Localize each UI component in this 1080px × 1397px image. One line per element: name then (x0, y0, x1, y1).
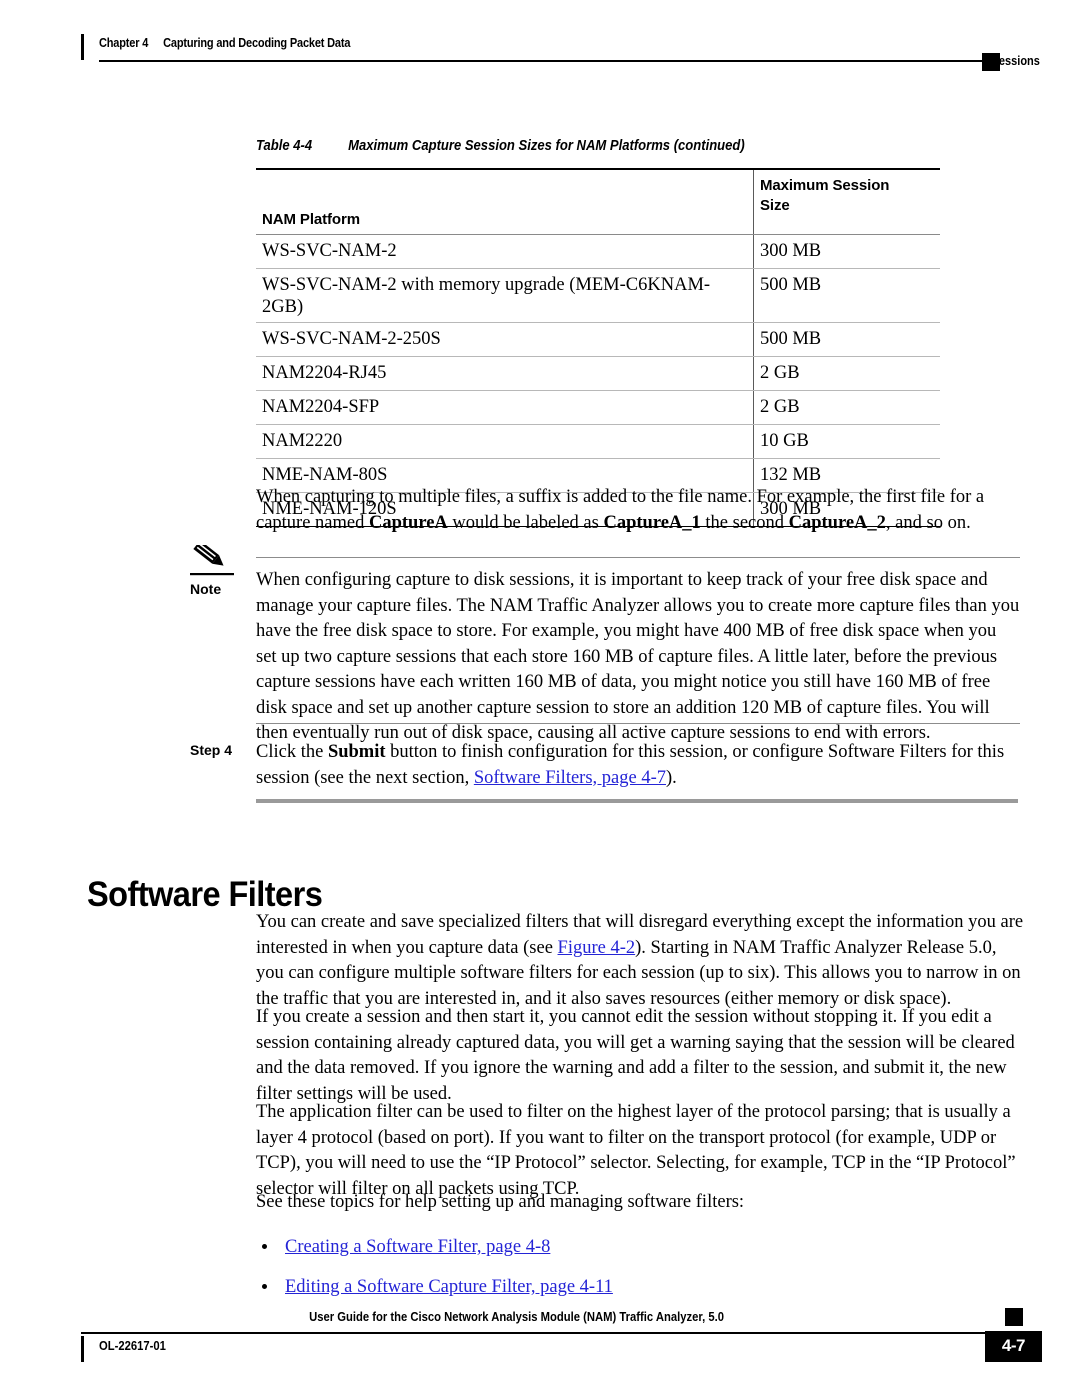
footer-rule (81, 1332, 999, 1334)
para-bold-capturea: CaptureA (369, 512, 448, 533)
column-header-size-line2: Size (759, 197, 790, 214)
header-rule (99, 60, 999, 62)
note-label: Note (190, 581, 222, 597)
table-row: WS-SVC-NAM-2-250S 500 MB (256, 322, 940, 357)
note-body-text: When configuring capture to disk session… (256, 570, 1020, 743)
cell-size: 500 MB (752, 322, 940, 357)
step-text: ). (666, 767, 677, 788)
table-row: WS-SVC-NAM-2 with memory upgrade (MEM-C6… (256, 268, 940, 323)
footer-marker-square (1005, 1308, 1023, 1326)
link-editing-software-capture-filter[interactable]: Editing a Software Capture Filter, page … (285, 1277, 613, 1297)
cell-size: 500 MB (752, 268, 940, 323)
cell-platform: WS-SVC-NAM-2 with memory upgrade (MEM-C6… (256, 268, 754, 323)
footer-doc-id: OL-22617-01 (99, 1339, 166, 1353)
cell-platform: WS-SVC-NAM-2-250S (256, 322, 754, 357)
footer-left-bar (81, 1336, 84, 1362)
breadcrumb-chapter-number: Chapter 4 (99, 36, 149, 50)
paragraph-topics-intro: See these topics for help setting up and… (256, 1192, 745, 1212)
cell-platform: NAM2204-RJ45 (256, 356, 754, 391)
cell-platform: NAM2220 (256, 424, 754, 459)
header-left-bar (81, 34, 84, 60)
column-header-session-size: Maximum Session Size (752, 168, 940, 235)
paragraph-session-editing: If you create a session and then start i… (256, 1007, 1015, 1104)
header-marker-square (982, 53, 1000, 71)
table-row: NAM2204-SFP 2 GB (256, 390, 940, 425)
table-row: NAM2204-RJ45 2 GB (256, 356, 940, 391)
link-figure-4-2[interactable]: Figure 4-2 (558, 938, 636, 958)
table-caption-title: Maximum Capture Session Sizes for NAM Pl… (348, 138, 745, 154)
link-creating-software-filter[interactable]: Creating a Software Filter, page 4-8 (285, 1237, 550, 1257)
para-bold-capturea-2: CaptureA_2 (788, 512, 886, 533)
list-item[interactable]: Editing a Software Capture Filter, page … (256, 1275, 1024, 1300)
cell-size: 300 MB (752, 234, 940, 269)
table-header-row: NAM Platform Maximum Session Size (256, 168, 940, 235)
table-row: NAM2220 10 GB (256, 424, 940, 459)
paragraph-file-suffix: When capturing to multiple files, a suff… (256, 485, 1016, 536)
paragraph-software-filters-intro: You can create and save specialized filt… (256, 910, 1024, 1012)
pencil-icon (190, 540, 238, 579)
note-rule-bottom (256, 723, 1020, 725)
breadcrumb: Chapter 4 Capturing and Decoding Packet D… (99, 36, 350, 50)
section-divider (256, 799, 1018, 803)
note-rule-top (256, 557, 1020, 559)
table-caption: Table 4-4 Maximum Capture Session Sizes f… (256, 138, 745, 154)
footer-guide-title: User Guide for the Cisco Network Analysi… (309, 1310, 725, 1324)
bullet-dot-icon (262, 1284, 267, 1289)
footer-page-number: 4-7 (984, 1331, 1042, 1362)
cell-platform: NAM2204-SFP (256, 390, 754, 425)
topic-link-list: Creating a Software Filter, page 4-8 Edi… (256, 1220, 1024, 1300)
table-row: WS-SVC-NAM-2 300 MB (256, 234, 940, 269)
bullet-dot-icon (262, 1244, 267, 1249)
nam-platform-table: NAM Platform Maximum Session Size WS-SVC… (256, 168, 940, 527)
table-head: NAM Platform Maximum Session Size (256, 168, 940, 235)
cell-size: 2 GB (752, 356, 940, 391)
cell-size: 10 GB (752, 424, 940, 459)
cell-size: 2 GB (752, 390, 940, 425)
step-label: Step 4 (190, 742, 233, 758)
table-body: WS-SVC-NAM-2 300 MB WS-SVC-NAM-2 with me… (256, 234, 940, 527)
paragraph-application-filter: The application filter can be used to fi… (256, 1102, 1016, 1199)
breadcrumb-chapter-title: Capturing and Decoding Packet Data (163, 36, 351, 50)
list-item[interactable]: Creating a Software Filter, page 4-8 (256, 1235, 1024, 1260)
para-text: the second (700, 512, 789, 533)
para-bold-capturea-1: CaptureA_1 (603, 512, 701, 533)
column-header-size-line1: Maximum Session (759, 177, 890, 194)
step-bold-submit: Submit (327, 742, 386, 762)
page-footer: User Guide for the Cisco Network Analysi… (0, 1308, 1080, 1390)
step-text: Click the (256, 742, 328, 762)
column-header-platform: NAM Platform (256, 168, 754, 235)
link-software-filters[interactable]: Software Filters, page 4-7 (474, 768, 666, 788)
para-text: would be labeled as (447, 512, 604, 533)
para-text: , and so on. (885, 512, 971, 533)
page-header: Chapter 4 Capturing and Decoding Packet D… (0, 0, 1080, 80)
step-body-text: Click the Submit button to finish config… (256, 740, 1020, 791)
cell-platform: WS-SVC-NAM-2 (256, 234, 754, 269)
table-caption-number: Table 4-4 (256, 138, 313, 154)
